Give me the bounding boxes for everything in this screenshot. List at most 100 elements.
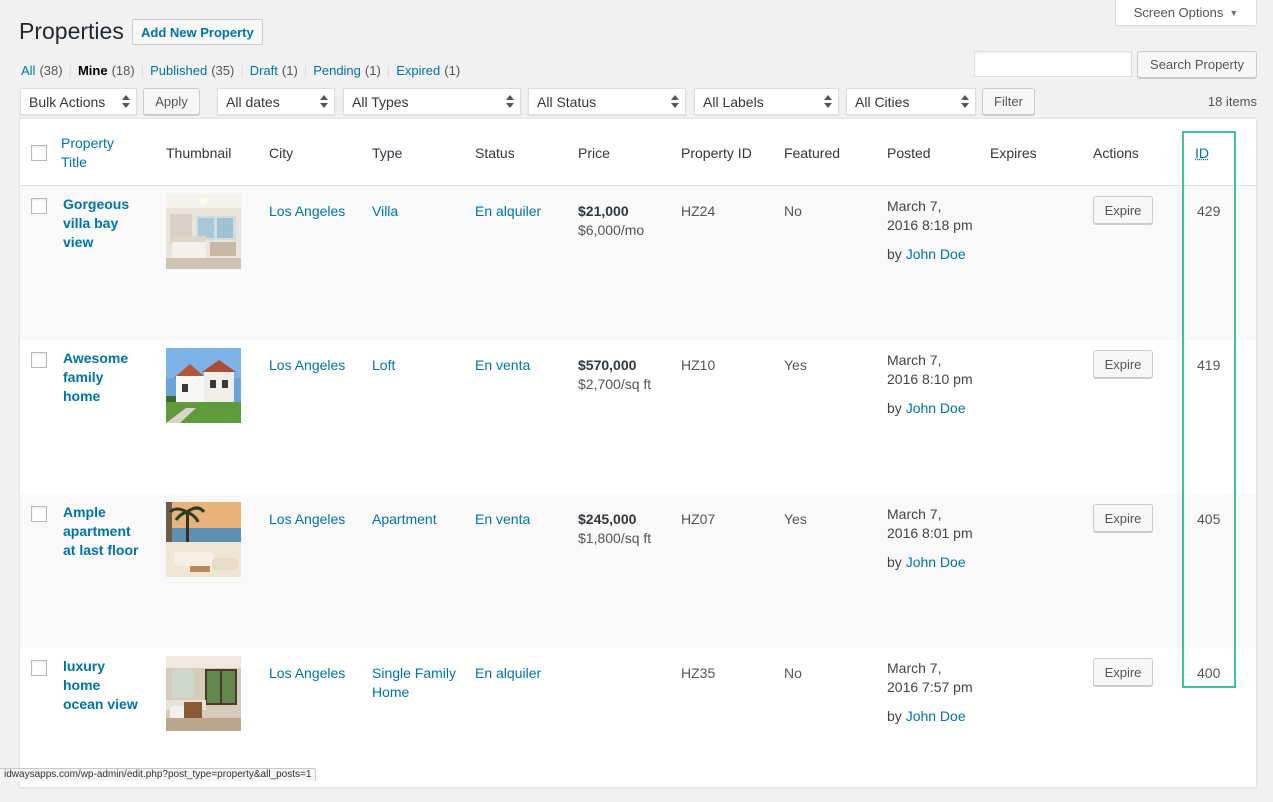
by-label: by xyxy=(887,246,902,262)
city-link[interactable]: Los Angeles xyxy=(269,510,345,529)
status-link[interactable]: En venta xyxy=(475,356,530,375)
type-line: Single Family xyxy=(372,664,456,683)
property-title-link[interactable]: Ample apartment at last floor xyxy=(63,503,153,560)
property-title-link[interactable]: luxury home ocean view xyxy=(63,657,153,714)
type-link[interactable]: Villa xyxy=(372,202,398,221)
select-arrows-icon xyxy=(122,95,130,109)
title-line: Gorgeous xyxy=(63,195,153,214)
select-arrows-icon xyxy=(671,95,679,109)
property-id: HZ07 xyxy=(681,510,715,529)
property-thumbnail[interactable] xyxy=(166,194,241,269)
property-thumbnail[interactable] xyxy=(166,656,241,731)
expire-button[interactable]: Expire xyxy=(1093,658,1153,686)
view-pending-label[interactable]: Pending xyxy=(313,63,361,78)
posted-time: 2016 8:18 pm xyxy=(887,216,973,235)
types-value: All Types xyxy=(352,94,409,110)
page-title: Properties xyxy=(19,18,124,45)
screen-options-label: Screen Options xyxy=(1134,5,1224,20)
view-expired[interactable]: Expired (1) xyxy=(396,63,460,78)
search-property-button[interactable]: Search Property xyxy=(1137,51,1257,78)
type-line: Home xyxy=(372,683,456,702)
property-title-link[interactable]: Awesome family home xyxy=(63,349,153,406)
expire-button[interactable]: Expire xyxy=(1093,196,1153,224)
table-row: Awesome family home Los Angeles Loft En xyxy=(20,340,1256,494)
apply-button[interactable]: Apply xyxy=(143,88,200,115)
screen-options-button[interactable]: Screen Options ▼ xyxy=(1115,0,1257,26)
by-label: by xyxy=(887,554,902,570)
status-select[interactable]: All Status xyxy=(528,88,686,115)
labels-value: All Labels xyxy=(703,94,764,110)
city-link[interactable]: Los Angeles xyxy=(269,664,345,683)
status-link[interactable]: En alquiler xyxy=(475,664,541,683)
status-link[interactable]: En alquiler xyxy=(475,202,541,221)
separator: | xyxy=(387,63,390,78)
title-line: villa bay xyxy=(63,214,153,233)
separator: | xyxy=(304,63,307,78)
view-mine[interactable]: Mine (18) xyxy=(78,63,135,78)
items-count: 18 items xyxy=(1208,94,1257,109)
status-link[interactable]: En venta xyxy=(475,510,530,529)
row-checkbox[interactable] xyxy=(31,352,47,368)
view-mine-label[interactable]: Mine xyxy=(78,63,108,78)
author-link[interactable]: John Doe xyxy=(906,554,966,570)
view-all[interactable]: All (38) xyxy=(21,63,63,78)
column-posted: Posted xyxy=(887,119,931,186)
featured: Yes xyxy=(784,510,807,529)
type-link[interactable]: Loft xyxy=(372,356,395,375)
city-link[interactable]: Los Angeles xyxy=(269,202,345,221)
table-row: Ample apartment at last floor Los Angele… xyxy=(20,494,1256,648)
city-link[interactable]: Los Angeles xyxy=(269,356,345,375)
column-status: Status xyxy=(475,119,515,186)
row-checkbox[interactable] xyxy=(31,506,47,522)
posted-time: 2016 8:01 pm xyxy=(887,524,973,543)
column-title-line2: Title xyxy=(61,153,87,172)
property-title-link[interactable]: Gorgeous villa bay view xyxy=(63,195,153,252)
column-id[interactable]: ID xyxy=(1195,119,1209,186)
types-select[interactable]: All Types xyxy=(343,88,521,115)
view-pending[interactable]: Pending (1) xyxy=(313,63,381,78)
dates-select[interactable]: All dates xyxy=(217,88,335,115)
type-link[interactable]: Single Family Home xyxy=(372,664,456,702)
title-line: luxury xyxy=(63,657,153,676)
posted-date: March 7, xyxy=(887,659,973,678)
author-link[interactable]: John Doe xyxy=(906,708,966,724)
posted-by: by John Doe xyxy=(887,707,973,726)
title-line: ocean view xyxy=(63,695,153,714)
price: $570,000 $2,700/sq ft xyxy=(578,356,651,394)
view-expired-label[interactable]: Expired xyxy=(396,63,440,78)
price-main: $21,000 xyxy=(578,202,644,221)
cities-select[interactable]: All Cities xyxy=(846,88,976,115)
select-all-checkbox[interactable] xyxy=(31,145,47,161)
add-new-property-button[interactable]: Add New Property xyxy=(132,19,263,45)
view-draft-label[interactable]: Draft xyxy=(250,63,278,78)
row-checkbox[interactable] xyxy=(31,198,47,214)
type-link[interactable]: Apartment xyxy=(372,510,437,529)
column-title[interactable]: Property Title xyxy=(61,119,114,186)
properties-table: Property Title Thumbnail City Type Statu… xyxy=(19,118,1257,788)
view-published-label[interactable]: Published xyxy=(150,63,207,78)
author-link[interactable]: John Doe xyxy=(906,400,966,416)
filter-button[interactable]: Filter xyxy=(982,88,1035,115)
posted-by: by John Doe xyxy=(887,553,973,572)
select-arrows-icon xyxy=(824,95,832,109)
select-arrows-icon xyxy=(320,95,328,109)
column-expires: Expires xyxy=(990,119,1037,186)
post-id: 405 xyxy=(1197,510,1220,529)
author-link[interactable]: John Doe xyxy=(906,246,966,262)
view-pending-count: (1) xyxy=(365,63,381,78)
row-checkbox[interactable] xyxy=(31,660,47,676)
view-published[interactable]: Published (35) xyxy=(150,63,234,78)
bulk-actions-select[interactable]: Bulk Actions xyxy=(20,88,137,115)
price-sub: $2,700/sq ft xyxy=(578,375,651,394)
expire-button[interactable]: Expire xyxy=(1093,350,1153,378)
column-featured: Featured xyxy=(784,119,840,186)
view-all-label[interactable]: All xyxy=(21,63,35,78)
property-thumbnail[interactable] xyxy=(166,502,241,577)
expire-button[interactable]: Expire xyxy=(1093,504,1153,532)
labels-select[interactable]: All Labels xyxy=(694,88,839,115)
title-line: at last floor xyxy=(63,541,153,560)
search-input[interactable] xyxy=(974,51,1132,77)
view-draft[interactable]: Draft (1) xyxy=(250,63,298,78)
property-thumbnail[interactable] xyxy=(166,348,241,423)
view-expired-count: (1) xyxy=(444,63,460,78)
